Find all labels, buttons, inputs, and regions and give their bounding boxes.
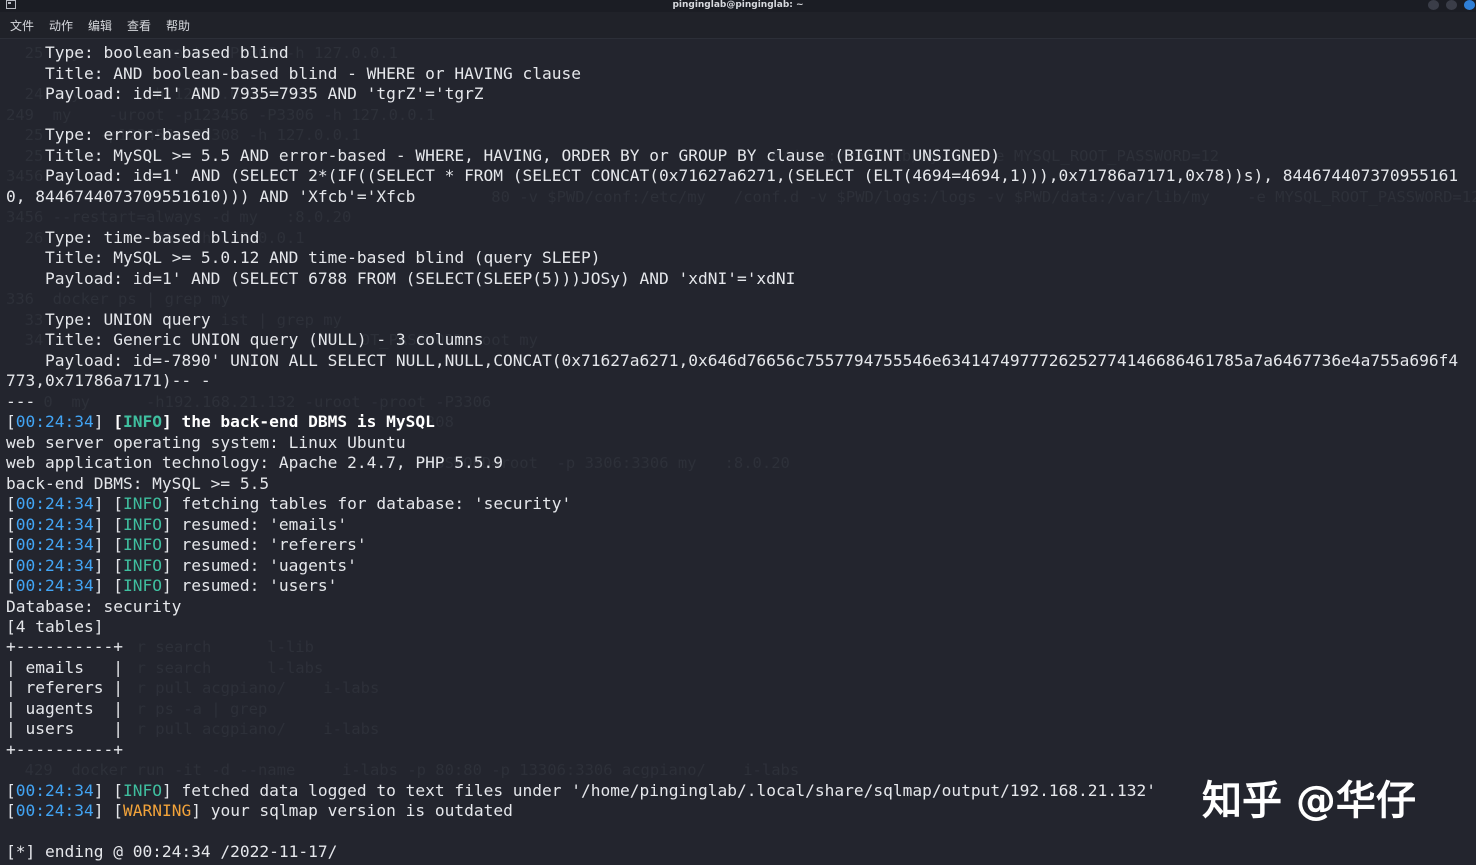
timestamp: 00:24:34 bbox=[15, 412, 94, 431]
separator-line: --- bbox=[6, 392, 36, 411]
info-tag: INFO bbox=[122, 515, 162, 534]
injection-title-line: Title: MySQL >= 5.0.12 AND time-based bl… bbox=[45, 248, 601, 267]
injection-type-line: Type: boolean-based blind bbox=[45, 43, 289, 62]
ghost-line: 0 my -h192.168.21.132 -uroot -proot -P33… bbox=[6, 393, 492, 411]
ghost-line: 336 docker ps | grep my bbox=[6, 290, 230, 308]
log-message: resumed: 'users' bbox=[181, 576, 338, 595]
log-line: web application technology: Apache 2.4.7… bbox=[6, 453, 504, 472]
info-tag: INFO bbox=[122, 412, 162, 431]
minimize-button[interactable] bbox=[1428, 0, 1439, 10]
log-line: [00:24:34] [INFO] the back-end DBMS is M… bbox=[6, 412, 435, 431]
database-line: Database: security bbox=[6, 597, 182, 616]
injection-type-line: Type: error-based bbox=[45, 125, 211, 144]
log-message: resumed: 'uagents' bbox=[181, 556, 357, 575]
menu-bar: 文件 动作 编辑 查看 帮助 bbox=[0, 12, 1476, 39]
info-tag: INFO bbox=[122, 494, 162, 513]
info-tag: INFO bbox=[122, 576, 162, 595]
ghost-line: 249 my -uroot -p123456 -P3306 -h 127.0.0… bbox=[6, 106, 436, 124]
title-bar: pinginglab@pinginglab: ~ bbox=[0, 0, 1476, 12]
timestamp: 00:24:34 bbox=[15, 515, 94, 534]
timestamp: 00:24:34 bbox=[15, 801, 94, 820]
log-message: fetched data logged to text files under … bbox=[181, 781, 1157, 800]
timestamp: 00:24:34 bbox=[15, 781, 94, 800]
table-border: +----------+ bbox=[6, 740, 123, 759]
payload-line: Payload: id=-7890' UNION ALL SELECT NULL… bbox=[45, 351, 1459, 370]
injection-type-line: Type: UNION query bbox=[45, 310, 211, 329]
menu-file[interactable]: 文件 bbox=[10, 18, 34, 34]
timestamp: 00:24:34 bbox=[15, 494, 94, 513]
log-line: [00:24:34] [INFO] fetched data logged to… bbox=[6, 781, 1157, 800]
timestamp: 00:24:34 bbox=[15, 535, 94, 554]
log-message: fetching tables for database: 'security' bbox=[181, 494, 572, 513]
terminal-window: pinginglab@pinginglab: ~ 文件 动作 编辑 查看 帮助 … bbox=[0, 0, 1476, 865]
table-count-line: [4 tables] bbox=[6, 617, 104, 636]
info-tag: INFO bbox=[122, 556, 162, 575]
timestamp: 00:24:34 bbox=[15, 576, 94, 595]
info-tag: INFO bbox=[122, 535, 162, 554]
log-line: [00:24:34] [INFO] resumed: 'emails' bbox=[6, 515, 348, 534]
ending-line: [*] ending @ 00:24:34 /2022-11-17/ bbox=[6, 842, 338, 861]
timestamp: 00:24:34 bbox=[15, 556, 94, 575]
ghost-line: 429 docker run -it -d --name i-labs -p 8… bbox=[6, 761, 800, 779]
payload-line-wrap: 0, 8446744073709551610))) AND 'Xfcb'='Xf… bbox=[6, 187, 416, 206]
payload-line: Payload: id=1' AND (SELECT 2*(IF((SELECT… bbox=[45, 166, 1459, 185]
log-line: web server operating system: Linux Ubunt… bbox=[6, 433, 406, 452]
menu-help[interactable]: 帮助 bbox=[166, 18, 190, 34]
menu-edit[interactable]: 编辑 bbox=[88, 18, 112, 34]
log-line: [00:24:34] [INFO] resumed: 'uagents' bbox=[6, 556, 357, 575]
injection-title-line: Title: MySQL >= 5.5 AND error-based - WH… bbox=[45, 146, 1001, 165]
log-line: [00:24:34] [INFO] resumed: 'referers' bbox=[6, 535, 367, 554]
payload-line: Payload: id=1' AND (SELECT 6788 FROM (SE… bbox=[45, 269, 796, 288]
warning-tag: WARNING bbox=[122, 801, 192, 820]
close-button[interactable] bbox=[1464, 0, 1475, 10]
log-line: [00:24:34] [INFO] fetching tables for da… bbox=[6, 494, 572, 513]
injection-type-line: Type: time-based blind bbox=[45, 228, 260, 247]
ghost-line: 3456 --restart=always -d my :8.0.20 bbox=[6, 208, 352, 226]
menu-view[interactable]: 查看 bbox=[127, 18, 151, 34]
maximize-button[interactable] bbox=[1446, 0, 1457, 10]
table-row: | emails | bbox=[6, 658, 123, 677]
table-row: | users | bbox=[6, 719, 123, 738]
ghost-line: 3456 bbox=[6, 167, 44, 185]
window-title: pinginglab@pinginglab: ~ bbox=[672, 0, 804, 10]
zhihu-watermark: 知乎 @华仔 bbox=[1202, 778, 1416, 824]
terminal-output[interactable]: 25 my -uroot -P3306 -h 127.0.0.1 24 my -… bbox=[0, 40, 1476, 865]
table-border: +----------+ bbox=[6, 637, 123, 656]
log-message: your sqlmap version is outdated bbox=[210, 801, 513, 820]
log-line: [00:24:34] [WARNING] your sqlmap version… bbox=[6, 801, 513, 820]
table-row: | referers | bbox=[6, 678, 123, 697]
log-message: resumed: 'emails' bbox=[181, 515, 348, 534]
log-message: resumed: 'referers' bbox=[181, 535, 367, 554]
menu-actions[interactable]: 动作 bbox=[49, 18, 73, 34]
log-line: [00:24:34] [INFO] resumed: 'users' bbox=[6, 576, 338, 595]
injection-title-line: Title: Generic UNION query (NULL) - 3 co… bbox=[45, 330, 484, 349]
table-row: | uagents | bbox=[6, 699, 123, 718]
log-message: the back-end DBMS is MySQL bbox=[181, 412, 435, 431]
info-tag: INFO bbox=[122, 781, 162, 800]
payload-line-wrap: 773,0x71786a7171)-- - bbox=[6, 371, 211, 390]
injection-title-line: Title: AND boolean-based blind - WHERE o… bbox=[45, 64, 582, 83]
payload-line: Payload: id=1' AND 7935=7935 AND 'tgrZ'=… bbox=[45, 84, 484, 103]
log-line: back-end DBMS: MySQL >= 5.5 bbox=[6, 474, 270, 493]
